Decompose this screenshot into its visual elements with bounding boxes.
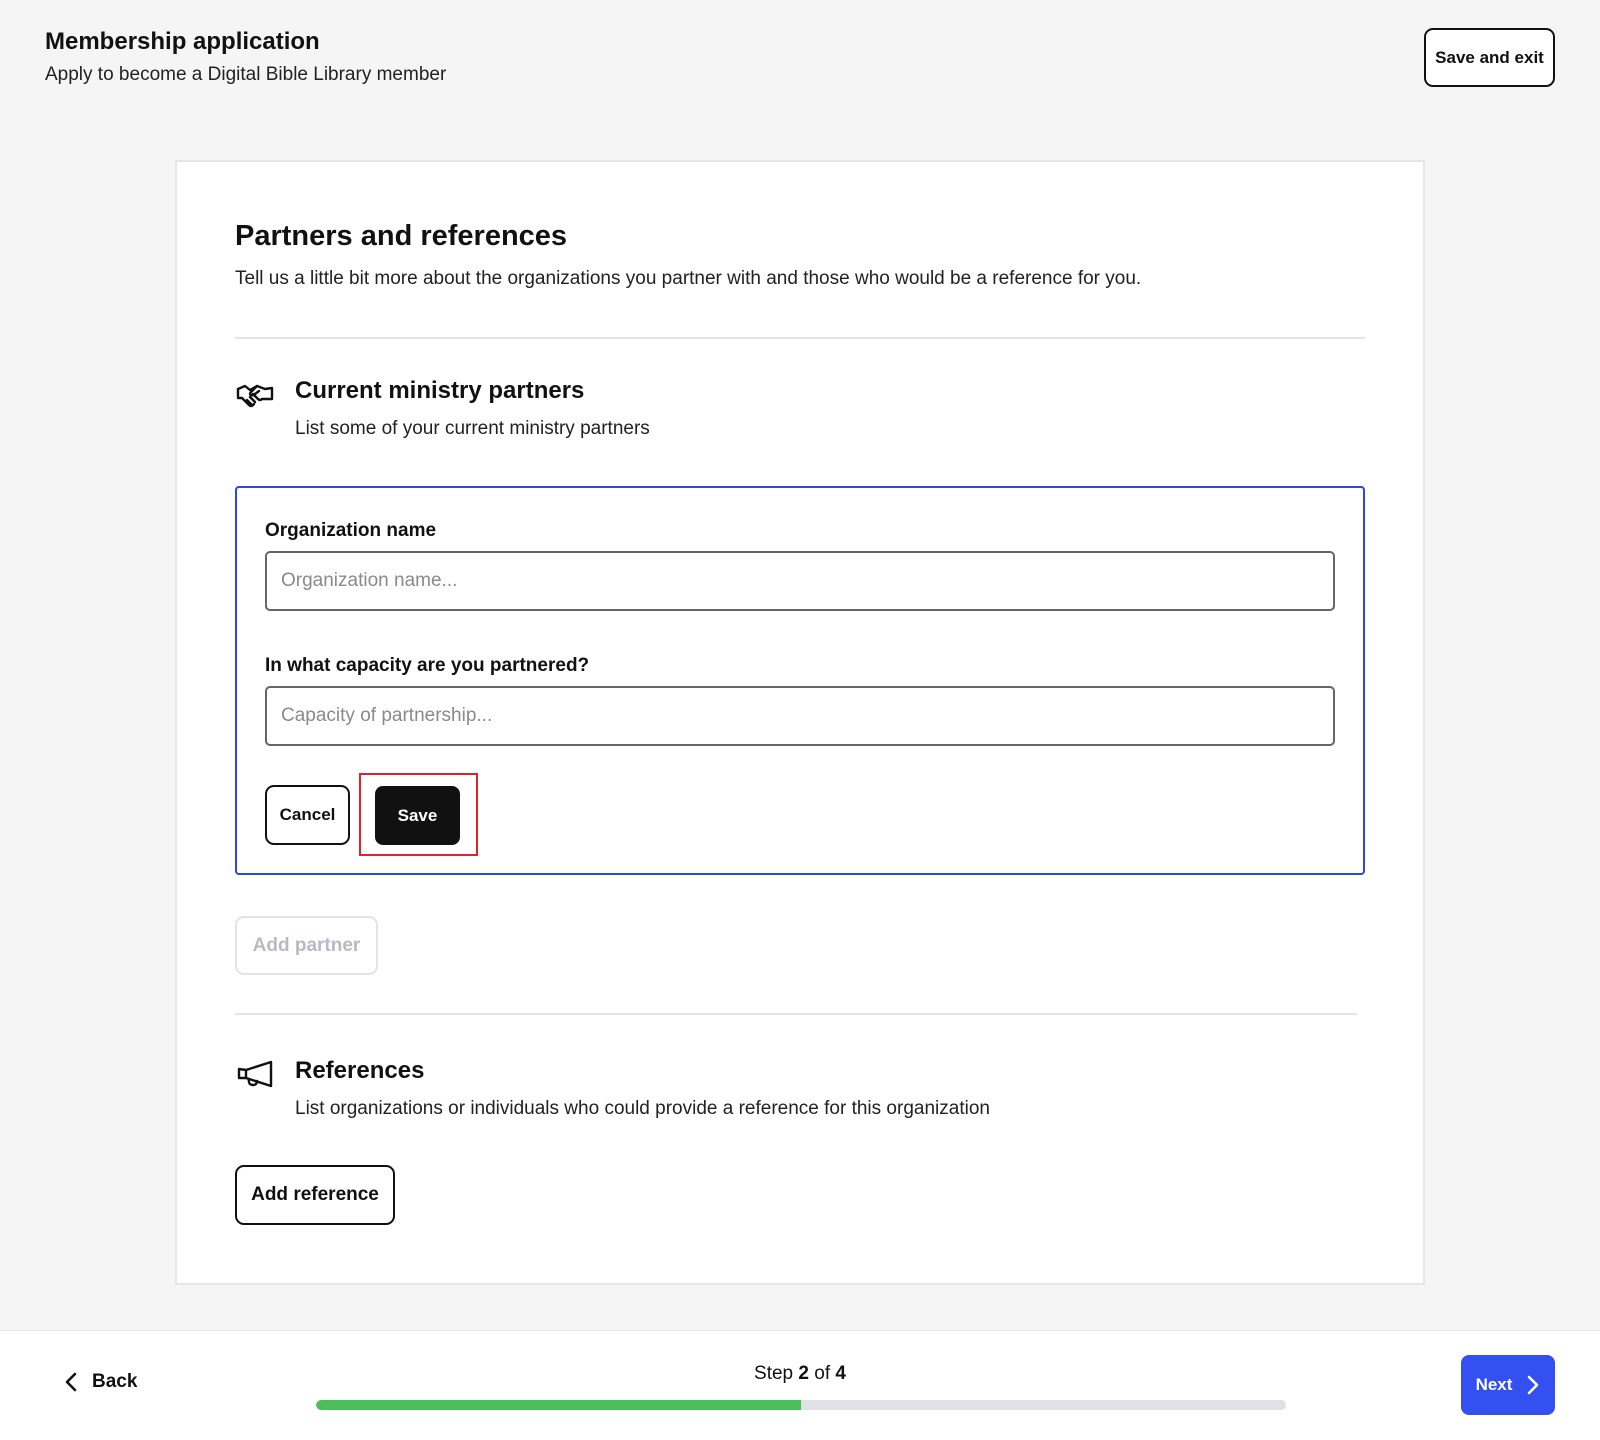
step-total: 4 <box>835 1363 846 1384</box>
step-prefix: Step <box>754 1363 794 1384</box>
handshake-icon <box>236 384 274 408</box>
footer-bar <box>0 1330 1600 1440</box>
step-indicator: Step 2 of 4 <box>0 1363 1600 1385</box>
partners-description: List some of your current ministry partn… <box>295 418 650 439</box>
next-label: Next <box>1475 1375 1513 1394</box>
references-divider <box>235 1013 1357 1015</box>
megaphone-icon <box>237 1060 273 1088</box>
references-description: List organizations or individuals who co… <box>295 1098 990 1119</box>
cancel-button[interactable]: Cancel <box>265 785 350 845</box>
section-divider <box>235 337 1365 339</box>
step-current: 2 <box>798 1363 809 1384</box>
partners-title: Current ministry partners <box>295 377 585 404</box>
section-title: Partners and references <box>235 220 568 252</box>
next-button[interactable]: Next <box>1461 1355 1555 1415</box>
capacity-input[interactable] <box>265 686 1335 746</box>
header: Membership application Apply to become a… <box>0 0 1600 130</box>
add-reference-button[interactable]: Add reference <box>235 1165 395 1225</box>
save-button[interactable]: Save <box>375 786 460 845</box>
progress-fill <box>316 1400 801 1410</box>
step-of: of <box>814 1363 831 1384</box>
page-title: Membership application <box>45 28 320 55</box>
add-partner-button[interactable]: Add partner <box>235 916 378 975</box>
save-and-exit-button[interactable]: Save and exit <box>1424 28 1555 87</box>
progress-bar <box>316 1400 1286 1410</box>
page-subtitle: Apply to become a Digital Bible Library … <box>45 64 447 85</box>
organization-name-input[interactable] <box>265 551 1335 611</box>
organization-name-label: Organization name <box>265 520 437 541</box>
section-description: Tell us a little bit more about the orga… <box>235 268 1142 289</box>
chevron-right-icon <box>1528 1375 1539 1395</box>
capacity-label: In what capacity are you partnered? <box>265 655 590 676</box>
references-title: References <box>295 1057 425 1084</box>
